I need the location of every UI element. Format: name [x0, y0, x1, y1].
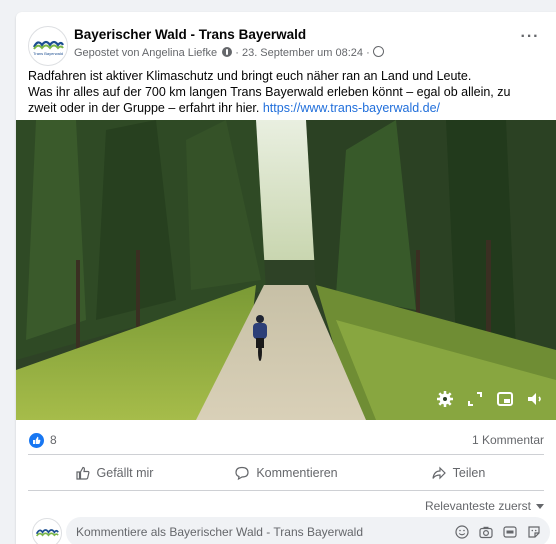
post-header: Trans Bayerwald Bayerischer Wald - Trans… [28, 26, 544, 66]
share-button[interactable]: Teilen [372, 458, 544, 488]
settings-icon[interactable] [434, 388, 456, 410]
video-frame-forest-path [16, 120, 556, 420]
post-text-line-1: Radfahren ist aktiver Klimaschutz und br… [28, 69, 472, 83]
comment-count-link[interactable]: 1 Kommentar [472, 433, 544, 447]
divider-bottom [28, 490, 544, 491]
reaction-count: 8 [50, 433, 57, 447]
more-options-button[interactable]: ··· [516, 29, 544, 50]
picture-in-picture-icon[interactable] [494, 388, 516, 410]
video-player[interactable] [16, 120, 556, 420]
share-label: Teilen [452, 466, 486, 480]
video-controls [434, 388, 546, 410]
emoji-icon[interactable] [454, 524, 470, 540]
globe-icon [372, 46, 384, 57]
sort-label: Relevanteste zuerst [424, 499, 531, 513]
comment-label: Kommentieren [256, 466, 338, 480]
post-actions: Gefällt mir Kommentieren Teilen [28, 458, 544, 488]
svg-text:Trans Bayerwald: Trans Bayerwald [33, 51, 63, 56]
composer-avatar [32, 518, 62, 544]
chevron-down-icon [536, 504, 544, 509]
post-text: Radfahren ist aktiver Klimaschutz und br… [28, 68, 542, 116]
divider-top [28, 454, 544, 455]
expand-icon[interactable] [464, 388, 486, 410]
posted-by[interactable]: Gepostet von Angelina Liefke [74, 47, 217, 59]
like-button[interactable]: Gefällt mir [28, 458, 200, 488]
post-date[interactable]: · 23. September um 08:24 · [235, 47, 370, 59]
sticker-icon[interactable] [526, 524, 542, 540]
share-arrow-icon [432, 466, 446, 480]
like-reaction-icon [28, 432, 45, 449]
comment-input[interactable]: Kommentiere als Bayerischer Wald - Trans… [76, 525, 363, 539]
post-card: Trans Bayerwald Bayerischer Wald - Trans… [16, 12, 556, 544]
post-link[interactable]: https://www.trans-bayerwald.de/ [263, 101, 440, 115]
trans-bayerwald-logo: Trans Bayerwald [33, 40, 64, 56]
post-meta: Gepostet von Angelina Liefke · 23. Septe… [74, 46, 384, 59]
page-avatar[interactable]: Trans Bayerwald [28, 26, 68, 66]
composer-icons [454, 524, 542, 540]
comment-button[interactable]: Kommentieren [200, 458, 372, 488]
camera-icon[interactable] [478, 524, 494, 540]
post-text-line-2: Was ihr alles auf der 700 km langen Tran… [28, 85, 511, 115]
thumbs-up-icon [75, 466, 90, 480]
comment-sort-dropdown[interactable]: Relevanteste zuerst [425, 499, 544, 513]
like-label: Gefällt mir [96, 466, 154, 480]
comment-bubble-icon [235, 466, 249, 481]
trans-bayerwald-logo-small [35, 529, 59, 537]
gif-icon[interactable] [502, 524, 518, 540]
comment-composer[interactable]: Kommentiere als Bayerischer Wald - Trans… [66, 517, 550, 544]
volume-icon[interactable] [524, 388, 546, 410]
page-name-link[interactable]: Bayerischer Wald - Trans Bayerwald [74, 27, 306, 42]
info-icon[interactable] [222, 47, 233, 57]
